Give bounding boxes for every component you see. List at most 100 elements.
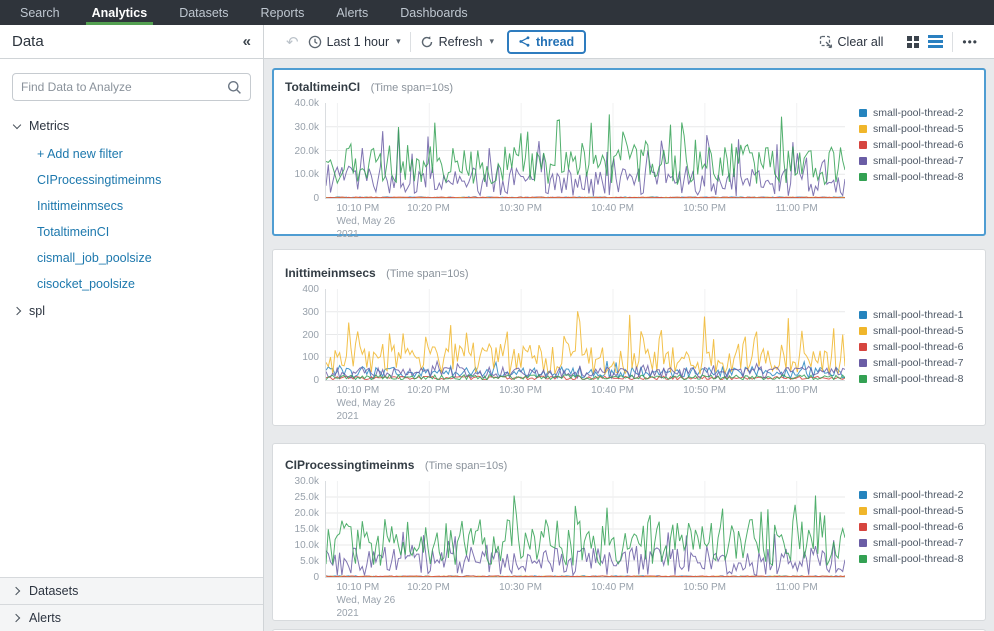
x-tick-label: 10:30 PM (499, 581, 542, 594)
plot-area[interactable] (325, 481, 845, 578)
x-tick-label: 11:00 PM (776, 202, 818, 215)
legend-item-small-pool-thread-6[interactable]: small-pool-thread-6 (859, 521, 973, 533)
metric-link-cismall-job-poolsize[interactable]: cismall_job_poolsize (0, 245, 263, 271)
nav-item-dashboards[interactable]: Dashboards (398, 0, 469, 25)
legend-swatch (859, 327, 867, 335)
legend-item-small-pool-thread-5[interactable]: small-pool-thread-5 (859, 325, 973, 337)
legend-label: small-pool-thread-5 (873, 325, 963, 337)
legend-swatch (859, 359, 867, 367)
chart-card-totaltimeinci[interactable]: TotaltimeinCI (Time span=10s) 40.0k30.0k… (272, 68, 986, 236)
legend-label: small-pool-thread-7 (873, 155, 963, 167)
metric-link-inittimeinmsecs[interactable]: Inittimeinmsecs (0, 193, 263, 219)
clear-all-button[interactable]: Clear all (819, 35, 884, 49)
legend-label: small-pool-thread-6 (873, 521, 963, 533)
tree-node-metrics[interactable]: Metrics (0, 111, 263, 141)
chart-title: CIProcessingtimeinms (285, 458, 414, 472)
nav-item-search[interactable]: Search (18, 0, 62, 25)
x-tick-label: 11:00 PM (776, 384, 818, 397)
search-input[interactable] (21, 80, 227, 94)
nav-item-alerts[interactable]: Alerts (334, 0, 370, 25)
split-chip-label: thread (536, 35, 574, 49)
y-tick-label: 30.0k (295, 122, 319, 133)
y-axis: 30.0k25.0k20.0k15.0k10.0k5.0k0 (285, 481, 325, 614)
sidebar-section-alerts[interactable]: Alerts (0, 604, 263, 631)
legend-label: small-pool-thread-5 (873, 123, 963, 135)
top-nav: Search Analytics Datasets Reports Alerts Dash… (0, 0, 994, 25)
legend-item-small-pool-thread-2[interactable]: small-pool-thread-2 (859, 107, 973, 119)
data-panel-header: Data « (0, 25, 264, 58)
legend-item-small-pool-thread-6[interactable]: small-pool-thread-6 (859, 341, 973, 353)
metric-link-ciprocessingtimeinms[interactable]: CIProcessingtimeinms (0, 167, 263, 193)
legend-item-small-pool-thread-5[interactable]: small-pool-thread-5 (859, 123, 973, 135)
split-by-thread-chip[interactable]: thread (507, 30, 586, 54)
legend-item-small-pool-thread-5[interactable]: small-pool-thread-5 (859, 505, 973, 517)
tree-node-spl[interactable]: spl (0, 297, 263, 325)
chart-card-inittimeinmsecs[interactable]: Inittimeinmsecs (Time span=10s) 40030020… (272, 249, 986, 426)
legend-item-small-pool-thread-6[interactable]: small-pool-thread-6 (859, 139, 973, 151)
y-tick-label: 300 (302, 307, 319, 318)
series-line-small-pool-thread-7 (326, 361, 845, 378)
legend-item-small-pool-thread-7[interactable]: small-pool-thread-7 (859, 537, 973, 549)
y-axis: 40.0k30.0k20.0k10.0k0 (285, 103, 325, 231)
legend-label: small-pool-thread-8 (873, 171, 963, 183)
legend-item-small-pool-thread-7[interactable]: small-pool-thread-7 (859, 357, 973, 369)
legend-swatch (859, 173, 867, 181)
nav-item-reports[interactable]: Reports (259, 0, 307, 25)
chart-card-ciprocessingtimeinms[interactable]: CIProcessingtimeinms (Time span=10s) 30.… (272, 443, 986, 621)
x-axis: 10:10 PMWed, May 26202110:20 PM10:30 PM1… (325, 381, 845, 419)
nav-item-analytics[interactable]: Analytics (90, 0, 150, 25)
legend-swatch (859, 523, 867, 531)
add-new-filter-link[interactable]: + Add new filter (0, 141, 263, 167)
toolbar: Data « ↶ Last 1 hour ▾ Refresh ▾ thread … (0, 25, 994, 59)
chevron-down-icon (13, 120, 21, 128)
x-tick-label: 10:20 PM (407, 384, 450, 397)
legend-label: small-pool-thread-1 (873, 309, 963, 321)
list-view-button[interactable] (928, 35, 943, 48)
legend-item-small-pool-thread-8[interactable]: small-pool-thread-8 (859, 553, 973, 565)
divider (952, 32, 953, 52)
data-sidebar: Metrics + Add new filter CIProcessingtim… (0, 59, 264, 631)
legend-item-small-pool-thread-7[interactable]: small-pool-thread-7 (859, 155, 973, 167)
clock-icon (308, 35, 322, 49)
x-tick-label: 10:30 PM (499, 384, 542, 397)
y-tick-label: 25.0k (295, 492, 319, 503)
more-options-button[interactable]: ••• (962, 35, 978, 49)
time-range-picker[interactable]: Last 1 hour ▾ (308, 35, 401, 49)
undo-icon[interactable]: ↶ (286, 33, 299, 51)
sidebar-section-datasets[interactable]: Datasets (0, 577, 263, 604)
collapse-panel-icon[interactable]: « (243, 33, 251, 50)
legend-item-small-pool-thread-8[interactable]: small-pool-thread-8 (859, 373, 973, 385)
y-axis: 4003002001000 (285, 289, 325, 419)
clear-all-icon (819, 35, 833, 49)
legend-item-small-pool-thread-1[interactable]: small-pool-thread-1 (859, 309, 973, 321)
legend-item-small-pool-thread-8[interactable]: small-pool-thread-8 (859, 171, 973, 183)
chart-title: TotaltimeinCI (285, 80, 360, 94)
refresh-icon (420, 35, 434, 49)
x-axis: 10:10 PMWed, May 26202110:20 PM10:30 PM1… (325, 578, 845, 614)
x-tick-label: 10:50 PM (683, 202, 726, 215)
plot-area[interactable] (325, 103, 845, 199)
legend-label: small-pool-thread-7 (873, 357, 963, 369)
legend-item-small-pool-thread-2[interactable]: small-pool-thread-2 (859, 489, 973, 501)
chart-subtitle: (Time span=10s) (425, 460, 507, 472)
chevron-right-icon (12, 587, 20, 595)
series-line-small-pool-thread-5 (326, 311, 845, 374)
y-tick-label: 20.0k (295, 508, 319, 519)
find-data-searchbox[interactable] (12, 73, 251, 101)
x-tick-label: 10:50 PM (683, 581, 726, 594)
legend-swatch (859, 555, 867, 563)
refresh-button[interactable]: Refresh ▾ (420, 35, 494, 49)
y-tick-label: 30.0k (295, 476, 319, 487)
legend-label: small-pool-thread-8 (873, 553, 963, 565)
metric-link-totaltimeinci[interactable]: TotaltimeinCI (0, 219, 263, 245)
x-tick-label: 10:40 PM (591, 202, 634, 215)
plot-area[interactable] (325, 289, 845, 381)
panel-title: Data (12, 33, 44, 50)
datasets-section-label: Datasets (29, 584, 78, 598)
legend-swatch (859, 343, 867, 351)
metric-link-cisocket-poolsize[interactable]: cisocket_poolsize (0, 271, 263, 297)
y-tick-label: 0 (313, 375, 319, 386)
nav-item-datasets[interactable]: Datasets (177, 0, 230, 25)
y-tick-label: 40.0k (295, 98, 319, 109)
grid-view-button[interactable] (907, 36, 919, 48)
